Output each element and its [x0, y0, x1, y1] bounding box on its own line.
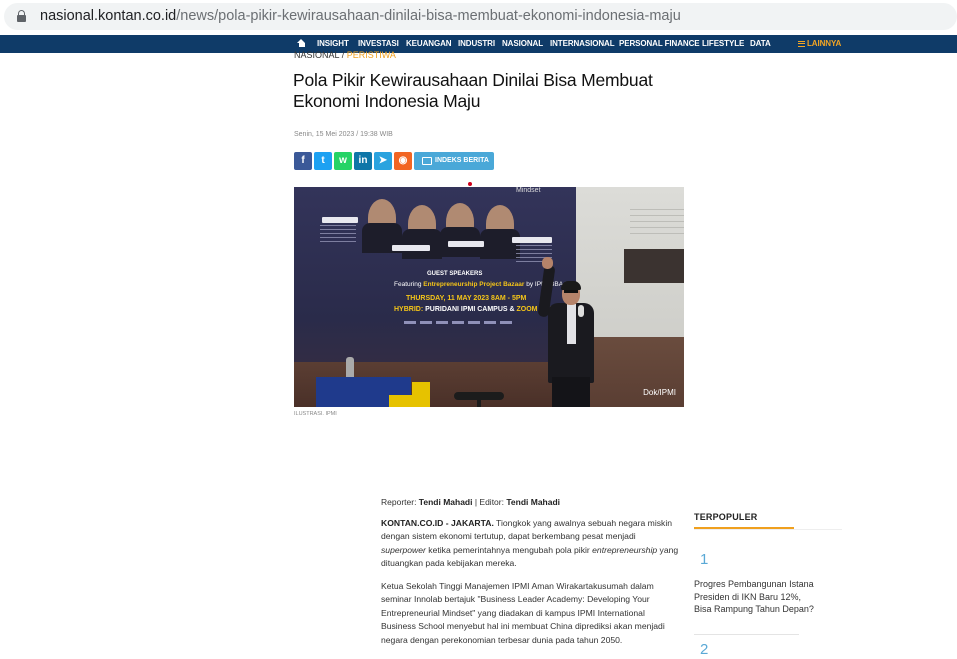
home-icon[interactable]	[297, 39, 306, 48]
linkedin-icon: in	[358, 155, 368, 166]
article-photo[interactable]: Mindset GUEST SPEAKERS Featuring Entrepr…	[294, 187, 684, 407]
nav-item-internasional[interactable]: INTERNASIONAL	[550, 35, 615, 53]
nav-more-button[interactable]: LAINNYA	[798, 35, 841, 53]
ad-indicator-dot	[468, 182, 472, 186]
photo-credit: Dok/IPMI	[643, 388, 676, 397]
telegram-icon: ➤	[378, 155, 388, 166]
banner-mindset-text: Mindset	[516, 187, 541, 194]
whatsapp-icon: w	[339, 155, 347, 166]
banner-guest-speakers: GUEST SPEAKERS	[427, 271, 483, 277]
nav-item-personal-finance[interactable]: PERSONAL FINANCE	[619, 35, 700, 53]
browser-toolbar: nasional.kontan.co.id/news/pola-pikir-ke…	[0, 0, 957, 34]
article-paragraph: KONTAN.CO.ID - JAKARTA. Tiongkok yang aw…	[381, 518, 679, 569]
editor-name[interactable]: Tendi Mahadi	[506, 497, 560, 507]
nav-more-label: LAINNYA	[807, 39, 842, 48]
twitter-share-button[interactable]: t	[314, 152, 332, 170]
photo-caption: ILUSTRASI. IPMI	[294, 411, 337, 417]
banner-date: THURSDAY, 11 MAY 2023 8AM - 5PM	[406, 295, 527, 302]
dateline: KONTAN.CO.ID - JAKARTA.	[381, 518, 494, 528]
indeks-berita-label: INDEKS BERITA	[435, 157, 489, 164]
address-bar[interactable]: nasional.kontan.co.id/news/pola-pikir-ke…	[4, 3, 957, 30]
main-nav: INSIGHT INVESTASI KEUANGAN INDUSTRI NASI…	[0, 35, 957, 53]
terpopuler-heading: TERPOPULER	[694, 512, 758, 522]
lock-icon[interactable]	[17, 10, 26, 22]
article-title: Pola Pikir Kewirausahaan Dinilai Bisa Me…	[293, 70, 653, 111]
indeks-berita-button[interactable]: INDEKS BERITA	[414, 152, 494, 170]
breadcrumb-separator: /	[339, 50, 347, 60]
nav-item-lifestyle[interactable]: LIFESTYLE	[702, 35, 744, 53]
nav-item-data[interactable]: DATA	[750, 35, 771, 53]
breadcrumb-subcategory[interactable]: PERISTIWA	[347, 50, 396, 60]
nav-item-industri[interactable]: INDUSTRI	[458, 35, 495, 53]
telegram-share-button[interactable]: ➤	[374, 152, 392, 170]
popular-rank: 1	[700, 551, 709, 568]
breadcrumb-category[interactable]: NASIONAL	[294, 50, 339, 60]
rss-button[interactable]: ◉	[394, 152, 412, 170]
breadcrumb: NASIONAL / PERISTIWA	[294, 51, 396, 60]
menu-icon	[798, 40, 805, 47]
url-host: nasional.kontan.co.id	[40, 8, 177, 24]
facebook-share-button[interactable]: f	[294, 152, 312, 170]
popular-rank: 2	[700, 641, 709, 658]
url-text[interactable]: nasional.kontan.co.id/news/pola-pikir-ke…	[40, 8, 681, 25]
article-date: Senin, 15 Mei 2023 / 19:38 WIB	[294, 131, 393, 138]
facebook-icon: f	[301, 155, 305, 166]
nav-item-keuangan[interactable]: KEUANGAN	[406, 35, 452, 53]
byline: Reporter: Tendi Mahadi | Editor: Tendi M…	[381, 497, 561, 507]
keyboard-icon	[422, 157, 432, 165]
linkedin-share-button[interactable]: in	[354, 152, 372, 170]
article-paragraph: Ketua Sekolah Tinggi Manajemen IPMI Aman…	[381, 581, 665, 645]
reporter-name[interactable]: Tendi Mahadi	[419, 497, 473, 507]
heading-underline	[694, 527, 794, 529]
whatsapp-share-button[interactable]: w	[334, 152, 352, 170]
nav-item-nasional[interactable]: NASIONAL	[502, 35, 543, 53]
rss-icon: ◉	[398, 155, 408, 166]
popular-item-link[interactable]: Progres Pembangunan Istana Presiden di I…	[694, 578, 814, 616]
twitter-icon: t	[321, 155, 325, 166]
url-path: /news/pola-pikir-kewirausahaan-dinilai-b…	[176, 8, 681, 24]
page: nasional.kontan.co.id/news/pola-pikir-ke…	[0, 0, 957, 659]
